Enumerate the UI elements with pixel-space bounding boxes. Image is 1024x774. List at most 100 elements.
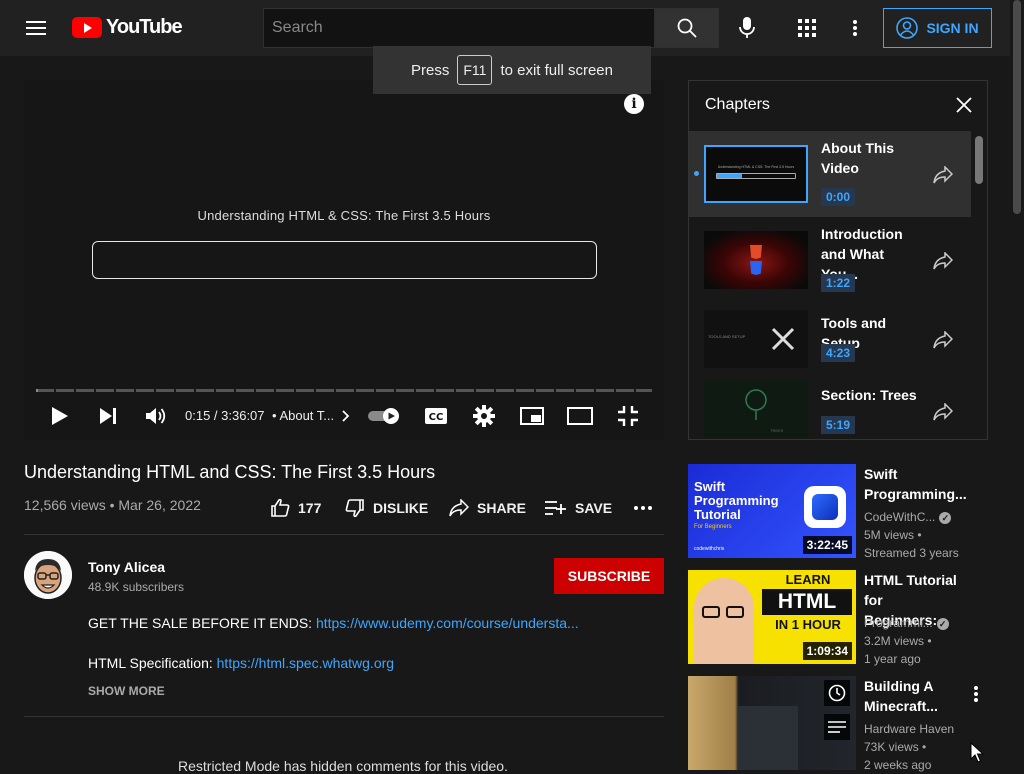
search-input[interactable]: Search	[263, 8, 655, 48]
channel-name: Hardware Haven	[864, 722, 955, 736]
share-icon[interactable]	[931, 249, 955, 273]
next-button[interactable]	[92, 400, 124, 432]
fullscreen-toast: Press F11 to exit full screen	[373, 46, 651, 94]
recommended-video[interactable]: Swift Programming Tutorial For Beginners…	[688, 464, 988, 560]
svg-text:CC: CC	[429, 412, 444, 423]
like-button[interactable]: 177	[270, 496, 321, 520]
share-icon[interactable]	[931, 400, 955, 424]
upload-age: 2 weeks ago	[864, 758, 932, 772]
video-title: Swift Programming...	[864, 466, 967, 502]
add-to-queue-icon[interactable]	[824, 714, 850, 740]
description-line: HTML Specification: https://html.spec.wh…	[88, 655, 395, 671]
time-display: 0:15 / 3:36:07	[185, 408, 265, 423]
comments-restricted-notice: Restricted Mode has hidden comments for …	[178, 758, 508, 774]
show-more-button[interactable]: SHOW MORE	[88, 684, 165, 698]
more-vert-icon[interactable]	[964, 682, 988, 706]
gear-icon	[473, 405, 495, 427]
microphone-icon	[739, 17, 755, 38]
autoplay-toggle[interactable]	[366, 400, 402, 432]
description-link[interactable]: https://www.udemy.com/course/understa...	[316, 615, 579, 631]
upload-age: Streamed 3 years	[864, 546, 959, 560]
sign-in-button[interactable]: SIGN IN	[883, 8, 992, 48]
search-icon	[677, 18, 697, 38]
miniplayer-button[interactable]	[516, 400, 548, 432]
chapters-title: Chapters	[705, 96, 770, 113]
chapter-title-button[interactable]: • About T...	[272, 408, 334, 423]
more-horiz-icon	[634, 506, 652, 510]
video-title: Building A Minecraft...	[864, 678, 938, 714]
chapter-timestamp[interactable]: 1:22	[821, 274, 856, 292]
channel-avatar[interactable]	[24, 551, 72, 599]
video-frame-title: Understanding HTML & CSS: The First 3.5 …	[197, 208, 491, 223]
close-icon[interactable]	[952, 93, 976, 117]
save-button[interactable]: SAVE	[545, 496, 612, 520]
chapter-timestamp[interactable]: 4:23	[821, 344, 856, 362]
subtitles-button[interactable]: CC	[420, 400, 452, 432]
skip-next-icon	[100, 408, 116, 424]
account-icon	[896, 17, 919, 39]
video-thumbnail	[688, 676, 856, 770]
subscribe-button[interactable]: SUBSCRIBE	[554, 558, 664, 594]
share-button[interactable]: SHARE	[449, 496, 526, 520]
video-thumbnail: Swift Programming Tutorial For Beginners…	[688, 464, 856, 558]
description-link[interactable]: https://html.spec.whatwg.org	[217, 655, 394, 671]
upload-age: 1 year ago	[864, 652, 921, 666]
description-line: GET THE SALE BEFORE IT ENDS: https://www…	[88, 615, 579, 631]
share-icon[interactable]	[931, 163, 955, 187]
f11-key: F11	[457, 55, 493, 85]
channel-name: Programmi... ✓	[864, 614, 949, 632]
watch-later-icon[interactable]	[824, 680, 850, 706]
chapter-item[interactable]: Introduction and What You... 1:22	[689, 217, 971, 303]
playlist-add-icon	[545, 501, 566, 515]
autoplay-toggle-icon	[368, 408, 399, 424]
menu-icon[interactable]	[20, 12, 52, 44]
chapter-timestamp[interactable]: 5:19	[821, 416, 856, 434]
volume-icon	[146, 408, 166, 424]
voice-search-button[interactable]	[731, 12, 763, 44]
youtube-play-icon	[72, 17, 102, 38]
mute-button[interactable]	[140, 400, 172, 432]
view-count: 73K views •	[864, 740, 927, 754]
current-chapter-indicator	[694, 171, 699, 176]
fullscreen-button[interactable]	[612, 400, 644, 432]
video-title: Understanding HTML and CSS: The First 3.…	[24, 462, 436, 482]
chapter-item[interactable]: TOOLS AND SETUP Tools and Setup 4:23	[689, 303, 971, 375]
search-button[interactable]	[655, 8, 719, 48]
play-button[interactable]	[44, 400, 76, 432]
channel-name[interactable]: Tony Alicea	[88, 559, 165, 575]
chevron-right-icon[interactable]	[338, 400, 354, 432]
recommended-video[interactable]: LEARN HTML IN 1 HOUR 1:09:34 HTML Tutori…	[688, 570, 988, 666]
settings-button[interactable]	[468, 400, 500, 432]
chapter-timestamp[interactable]: 0:00	[821, 188, 856, 206]
tree-icon	[745, 389, 767, 420]
chapters-scroll-thumb[interactable]	[975, 136, 983, 184]
more-actions-button[interactable]	[634, 496, 652, 520]
info-icon[interactable]: i	[624, 94, 644, 114]
mouse-cursor-icon	[970, 742, 984, 763]
chapter-item[interactable]: TREES Section: Trees 5:19	[689, 375, 971, 439]
theater-mode-button[interactable]	[564, 400, 596, 432]
apps-grid-icon	[798, 19, 816, 37]
chapter-title: About This Video	[821, 140, 895, 176]
channel-name: CodeWithC... ✓	[864, 508, 952, 526]
thumbs-up-icon	[271, 498, 290, 517]
thumbs-down-icon	[345, 499, 364, 518]
youtube-logo[interactable]: YouTube	[72, 16, 183, 39]
recommended-video[interactable]: Building A Minecraft... Hardware Haven 7…	[688, 676, 988, 772]
view-count: 3.2M views •	[864, 634, 932, 648]
share-icon[interactable]	[931, 328, 955, 352]
chapter-thumbnail: TOOLS AND SETUP	[704, 310, 808, 368]
swift-logo-icon	[804, 486, 846, 528]
video-duration: 3:22:45	[802, 536, 852, 554]
video-duration: 1:09:34	[802, 642, 852, 660]
dislike-button[interactable]: DISLIKE	[345, 496, 428, 520]
apps-button[interactable]	[791, 12, 823, 44]
chapter-title: Section: Trees	[821, 387, 917, 403]
divider	[24, 534, 664, 535]
chapter-item[interactable]: Understanding HTML & CSS: The First 3.5 …	[689, 131, 971, 217]
share-icon	[449, 499, 469, 517]
page-scroll-thumb[interactable]	[1013, 0, 1021, 214]
progress-bar[interactable]	[36, 389, 652, 392]
avatar-face-illustration	[24, 551, 72, 599]
settings-more-button[interactable]	[839, 12, 871, 44]
